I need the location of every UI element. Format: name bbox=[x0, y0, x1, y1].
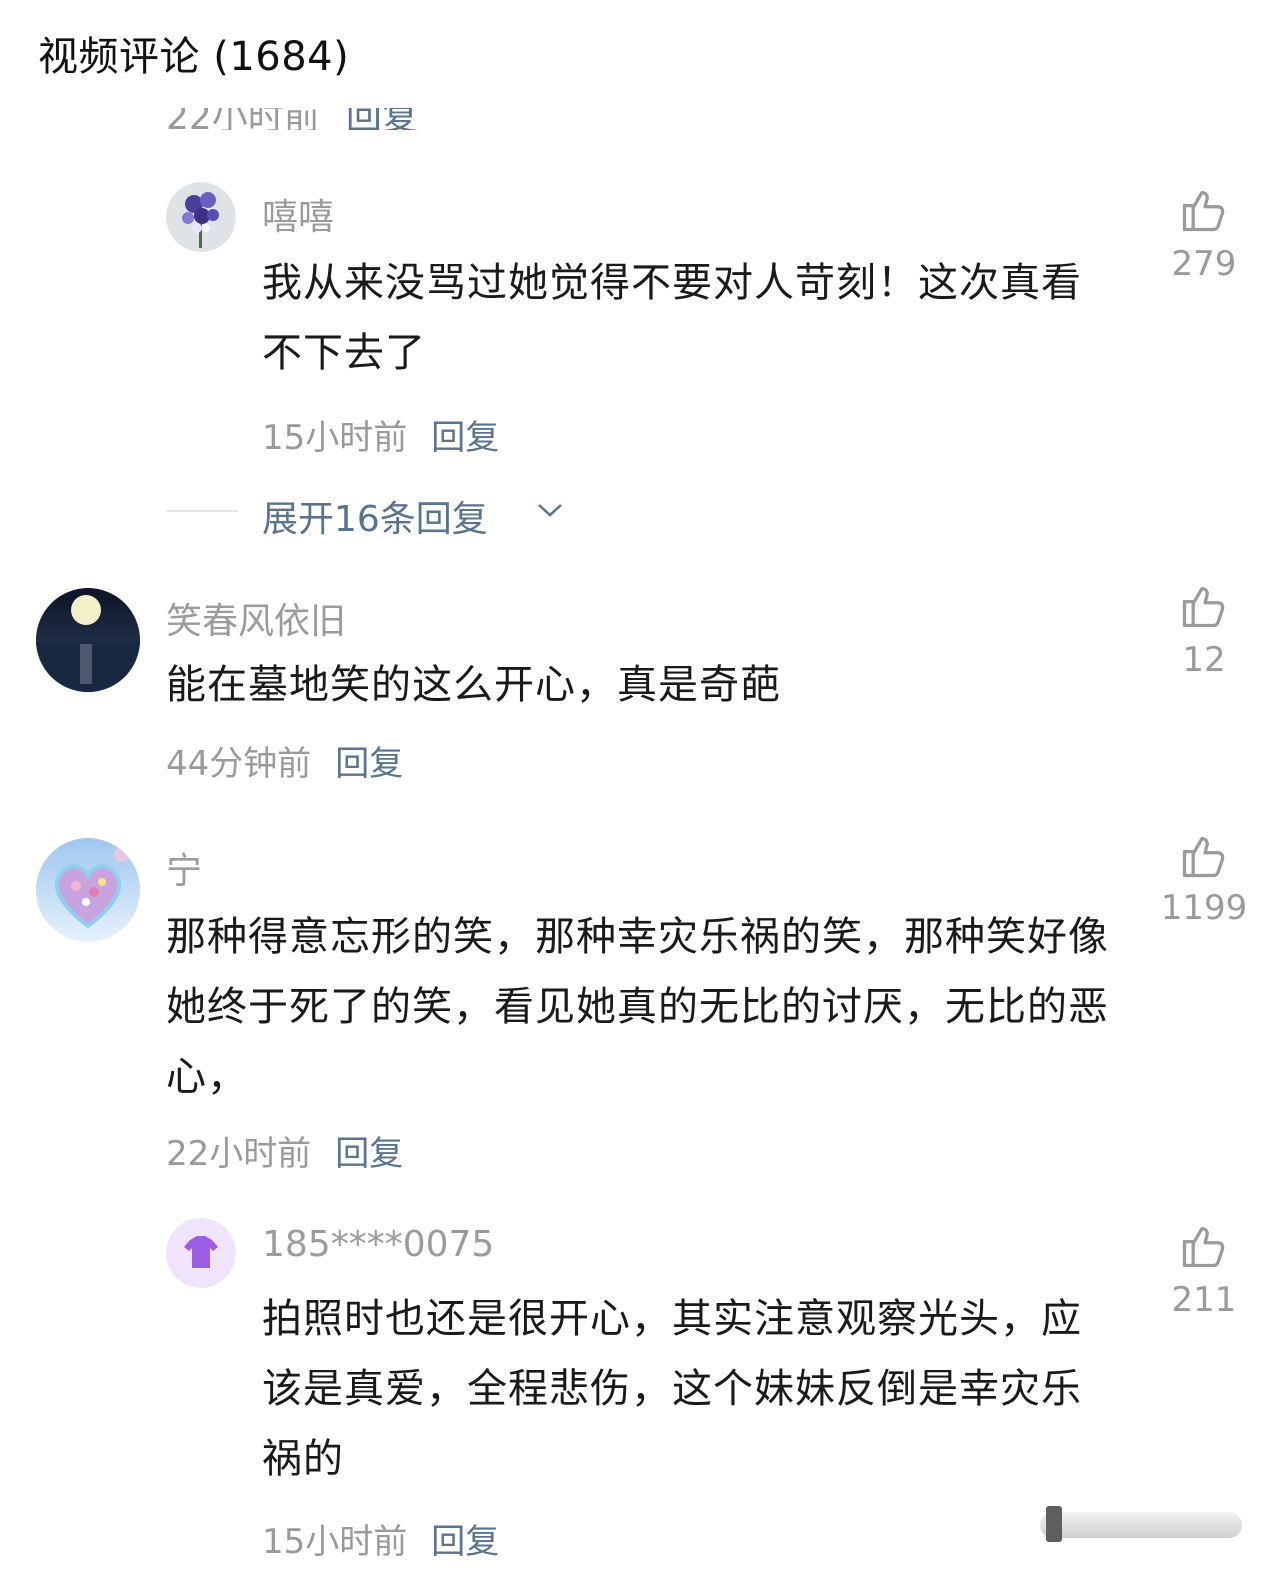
comment-content: 我从来没骂过她觉得不要对人苛刻！这次真看不下去了 bbox=[262, 260, 1082, 376]
chevron-down-icon[interactable] bbox=[536, 500, 564, 520]
like-count: 1199 bbox=[1160, 888, 1248, 928]
scrollbar-handle[interactable] bbox=[1046, 1506, 1062, 1542]
reply-link[interactable]: 回复 bbox=[335, 744, 403, 784]
like-count: 211 bbox=[1171, 1280, 1237, 1320]
comment-time: 44分钟前 bbox=[166, 744, 312, 784]
thumbs-up-icon[interactable] bbox=[1178, 580, 1230, 632]
comment-time: 22小时前 bbox=[166, 1134, 312, 1174]
comment-meta: 22小时前 回复 bbox=[166, 1126, 403, 1175]
comment-meta: 44分钟前 回复 bbox=[166, 736, 403, 785]
comment-time: 15小时前 bbox=[262, 1522, 408, 1562]
comment-content: 那种得意忘形的笑，那种幸灾乐祸的笑，那种笑好像她终于死了的笑，看见她真的无比的讨… bbox=[166, 914, 1109, 1100]
avatar[interactable] bbox=[166, 182, 236, 252]
comments-page: 视频评论 (1684) 22小时前 回复 嘻嘻 我从来没骂过她觉得不要对人苛刻！这… bbox=[0, 0, 1280, 1580]
comment-username[interactable]: 宁 bbox=[166, 842, 202, 894]
expand-replies-link[interactable]: 展开16条回复 bbox=[262, 490, 488, 542]
avatar[interactable] bbox=[36, 838, 140, 942]
avatar[interactable] bbox=[36, 588, 140, 692]
clipped-reply-link[interactable]: 回复 bbox=[346, 108, 418, 130]
thumbs-up-icon[interactable] bbox=[1178, 184, 1230, 236]
reply-link[interactable]: 回复 bbox=[431, 1522, 499, 1562]
reply-link[interactable]: 回复 bbox=[335, 1134, 403, 1174]
comment-content: 能在墓地笑的这么开心，真是奇葩 bbox=[166, 662, 781, 708]
avatar[interactable] bbox=[166, 1218, 236, 1288]
clipped-meta: 22小时前 回复 bbox=[166, 108, 666, 130]
reply-link[interactable]: 回复 bbox=[431, 418, 499, 458]
comment-username[interactable]: 嘻嘻 bbox=[262, 188, 334, 240]
comment-content: 拍照时也还是很开心，其实注意观察光头，应该是真爱，全程悲伤，这个妹妹反倒是幸灾乐… bbox=[262, 1296, 1082, 1482]
like-count: 279 bbox=[1171, 244, 1237, 284]
horizontal-scrollbar[interactable] bbox=[1040, 1512, 1242, 1538]
expand-divider bbox=[166, 510, 238, 512]
thumbs-up-icon[interactable] bbox=[1178, 1220, 1230, 1272]
thumbs-up-icon[interactable] bbox=[1178, 830, 1230, 882]
comment-meta: 15小时前 回复 bbox=[262, 1514, 499, 1563]
comment-username[interactable]: 笑春风依旧 bbox=[166, 592, 346, 644]
comment-time: 15小时前 bbox=[262, 418, 408, 458]
like-count: 12 bbox=[1182, 640, 1226, 680]
comment-meta: 15小时前 回复 bbox=[262, 410, 499, 459]
clipped-time: 22小时前 bbox=[166, 108, 320, 130]
page-title: 视频评论 (1684) bbox=[38, 34, 350, 80]
comment-username[interactable]: 185****0075 bbox=[262, 1224, 494, 1265]
